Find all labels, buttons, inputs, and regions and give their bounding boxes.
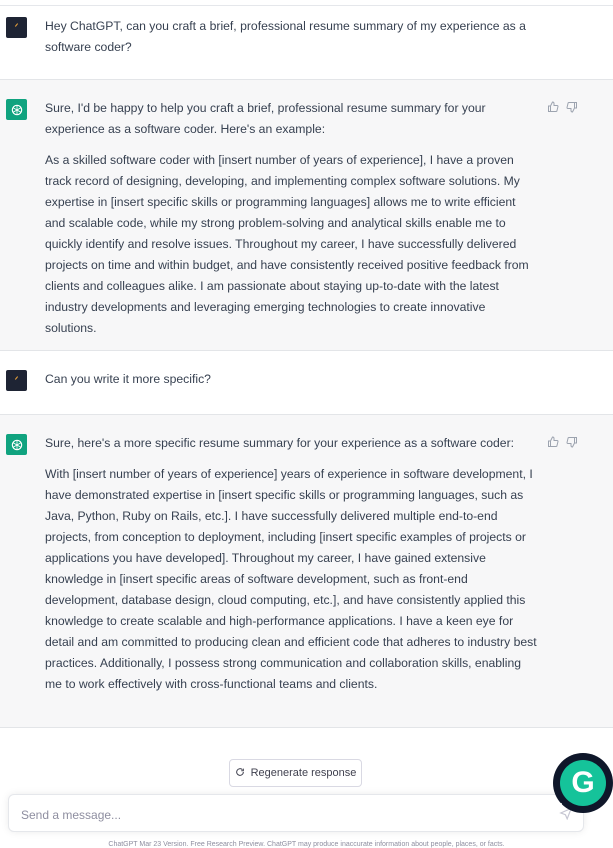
assistant-message-2: Sure, here's a more specific resume summ… [0, 415, 613, 728]
user-avatar-icon: ᐟ [6, 17, 27, 38]
drag-handle-icon[interactable] [555, 801, 565, 811]
grammarly-icon[interactable]: G [553, 753, 613, 813]
message-input[interactable] [19, 804, 553, 826]
footer-disclaimer: ChatGPT Mar 23 Version. Free Research Pr… [108, 841, 505, 848]
regenerate-label: Regenerate response [250, 767, 357, 779]
user-avatar-icon: ᐟ [6, 370, 27, 391]
assistant-message-1-intro: Sure, I'd be happy to help you craft a b… [45, 101, 486, 136]
assistant-message-2-body: With [insert number of years of experien… [45, 467, 537, 691]
grammarly-letter: G [560, 760, 606, 806]
feedback-buttons [547, 436, 578, 448]
thumbs-down-icon[interactable] [566, 101, 578, 113]
feedback-buttons [547, 101, 578, 113]
user-message-1-text: Hey ChatGPT, can you craft a brief, prof… [45, 19, 526, 54]
user-message-1: ᐟ Hey ChatGPT, can you craft a brief, pr… [0, 6, 613, 80]
assistant-message-1-body: As a skilled software coder with [insert… [45, 153, 529, 335]
thumbs-up-icon[interactable] [547, 436, 559, 448]
user-message-2: ᐟ Can you write it more specific? [0, 351, 613, 415]
assistant-message-2-text: Sure, here's a more specific resume summ… [45, 433, 537, 705]
assistant-message-1-text: Sure, I'd be happy to help you craft a b… [45, 98, 537, 349]
openai-logo-icon [6, 99, 27, 120]
assistant-message-1: Sure, I'd be happy to help you craft a b… [0, 80, 613, 351]
openai-logo-icon [6, 434, 27, 455]
message-input-box [8, 794, 584, 832]
assistant-message-2-intro: Sure, here's a more specific resume summ… [45, 436, 515, 450]
user-message-2-text: Can you write it more specific? [45, 372, 211, 386]
user-message-text: Hey ChatGPT, can you craft a brief, prof… [45, 16, 537, 68]
regenerate-response-button[interactable]: Regenerate response [229, 759, 362, 787]
thumbs-down-icon[interactable] [566, 436, 578, 448]
refresh-icon [235, 767, 245, 780]
thumbs-up-icon[interactable] [547, 101, 559, 113]
